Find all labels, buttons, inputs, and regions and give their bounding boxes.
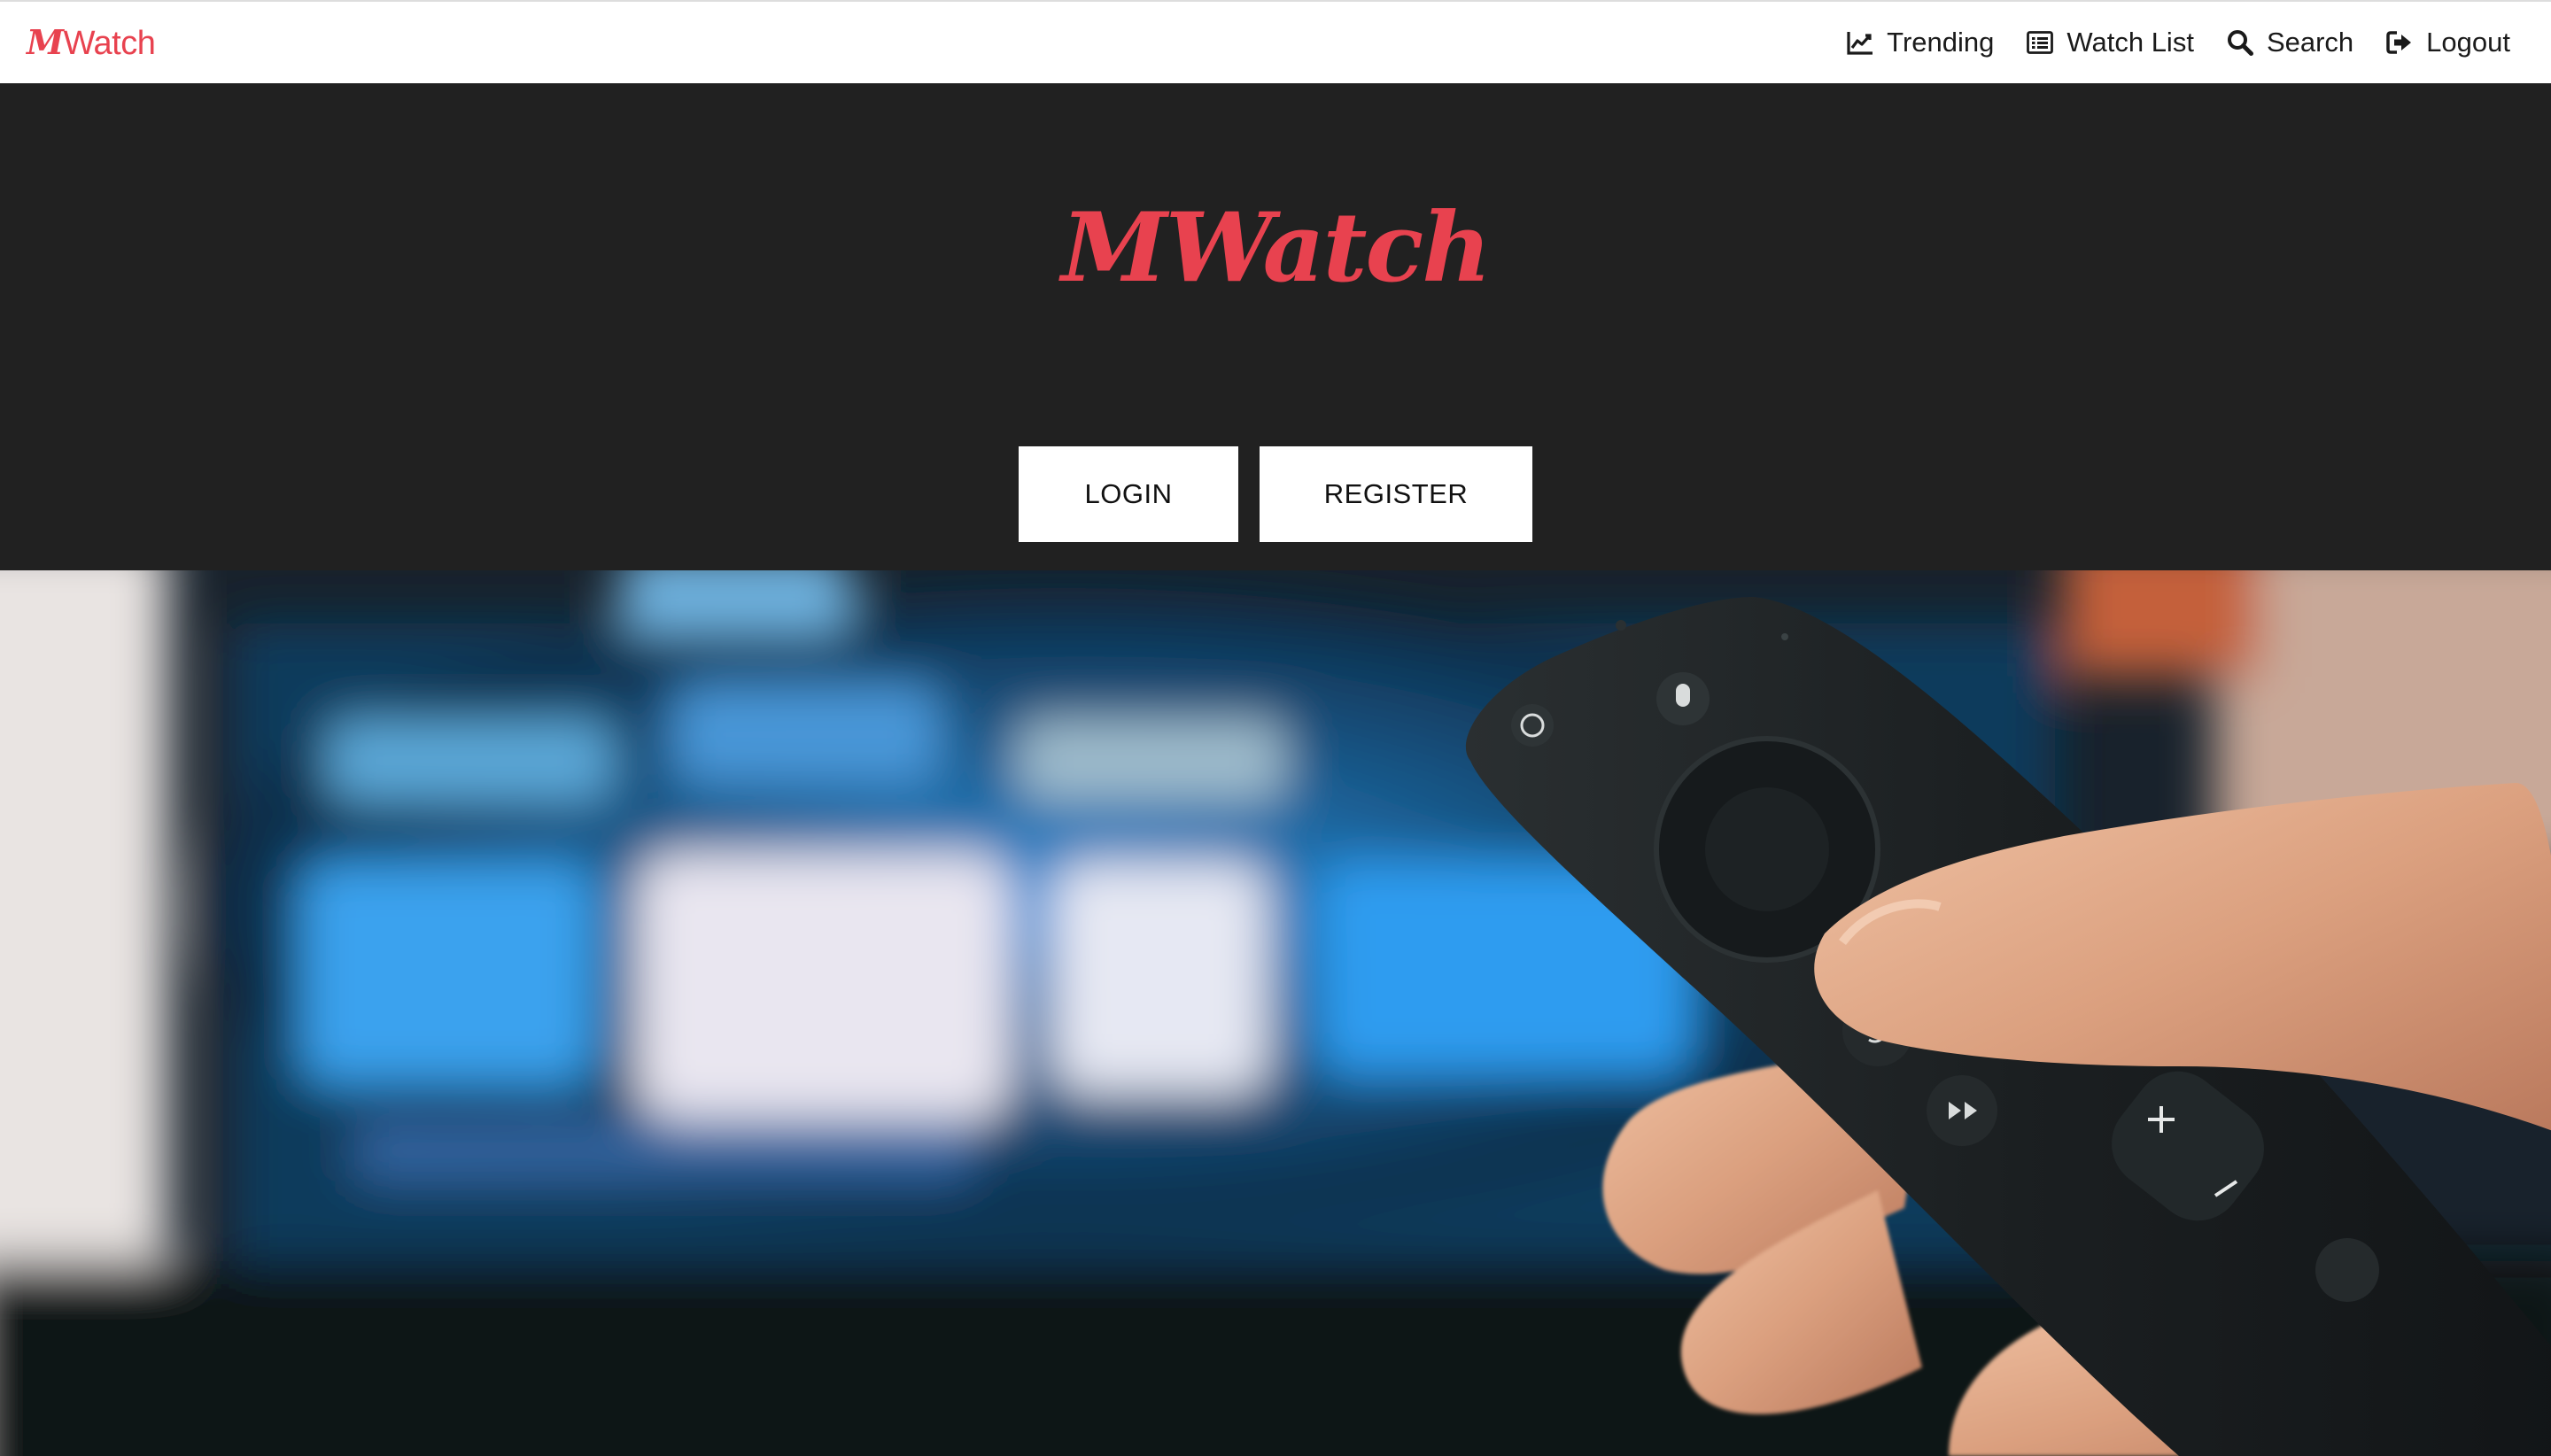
nav-item-watch-list[interactable]: Watch List — [2026, 27, 2194, 58]
sign-out-icon — [2386, 31, 2412, 54]
brand-initial: M — [27, 22, 64, 62]
register-button[interactable]: REGISTER — [1260, 446, 1532, 542]
hero-section: MWatch LOGIN REGISTER — [0, 83, 2551, 570]
brand-logo-link[interactable]: M Watch — [27, 22, 156, 63]
nav-links: Trending Watch List Search Logout — [1846, 27, 2510, 58]
nav-label-logout: Logout — [2426, 27, 2510, 58]
nav-item-logout[interactable]: Logout — [2385, 27, 2510, 58]
login-button[interactable]: LOGIN — [1019, 446, 1238, 542]
nav-label-search: Search — [2266, 27, 2354, 58]
top-navbar: M Watch Trending Watch List Search Logou… — [0, 0, 2551, 83]
brand-rest: Watch — [63, 25, 156, 62]
nav-label-watch-list: Watch List — [2066, 27, 2194, 58]
search-icon — [2227, 30, 2253, 56]
hero-buttons: LOGIN REGISTER — [0, 446, 2551, 542]
tv-remote-photo — [0, 570, 2551, 1456]
chart-line-icon — [1847, 32, 1873, 55]
nav-item-search[interactable]: Search — [2226, 27, 2353, 58]
nav-label-trending: Trending — [1887, 27, 1995, 58]
nav-item-trending[interactable]: Trending — [1846, 27, 1994, 58]
tv-remote-illustration — [0, 570, 2551, 1456]
list-alt-icon — [2027, 31, 2054, 54]
hero-logo: MWatch — [1061, 192, 1492, 304]
